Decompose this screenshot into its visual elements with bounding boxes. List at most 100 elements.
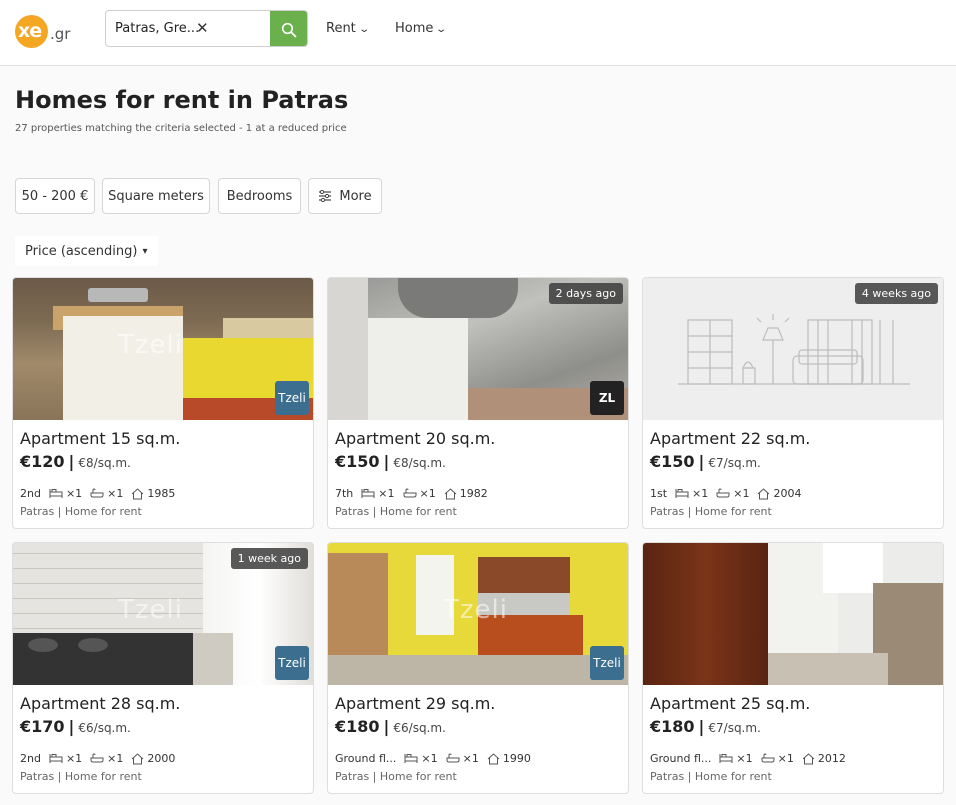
year-built: 2004	[773, 487, 802, 500]
bedrooms-count: ×1	[65, 752, 83, 765]
bedrooms-count: ×1	[378, 487, 395, 500]
listing-title: Apartment 25 sq.m.	[650, 694, 811, 713]
floor-value: Ground fl...	[335, 752, 397, 765]
listing-price: €120 | €8/sq.m.	[20, 452, 131, 471]
price-per-sqm: €6/sq.m.	[393, 721, 446, 735]
nav-rent[interactable]: Rent ⌄	[326, 21, 370, 36]
listing-features: Ground fl... ×1 ×1 1990	[335, 752, 531, 765]
listing-watermark: Tzeli	[118, 595, 183, 625]
listing-location: Patras | Home for rent	[650, 770, 772, 783]
bedrooms-count: ×1	[421, 752, 438, 765]
bed-icon	[49, 754, 63, 763]
listing-location: Patras | Home for rent	[20, 505, 142, 518]
price-per-sqm: €6/sq.m.	[78, 721, 131, 735]
filter-more-label: More	[339, 188, 372, 204]
year-built: 1985	[147, 487, 176, 500]
year-built: 2012	[817, 752, 846, 765]
listing-photo: Tzeli	[328, 543, 628, 685]
filter-price[interactable]: 50 - 200 €	[15, 178, 95, 214]
listing-features: 1st ×1 ×1 2004	[650, 487, 801, 500]
floor-value: Ground fl...	[650, 752, 712, 765]
listing-price: €150 | €8/sq.m.	[335, 452, 446, 471]
listing-card[interactable]: Tzeli 1 week ago Tzeli Apartment 28 sq.m…	[12, 542, 314, 794]
listing-features: 2nd ×1 ×1 1985	[20, 487, 175, 500]
listing-title: Apartment 28 sq.m.	[20, 694, 181, 713]
listing-age-badge: 1 week ago	[230, 548, 308, 569]
search-icon	[281, 22, 296, 37]
listing-features: 7th ×1 ×1 1982	[335, 487, 488, 500]
sliders-icon	[319, 190, 332, 202]
bathrooms-count: ×1	[777, 752, 794, 765]
listing-features: Ground fl... ×1 ×1 2012	[650, 752, 846, 765]
listing-features: 2nd ×1 ×1 2000	[20, 752, 175, 765]
house-icon	[444, 487, 457, 499]
listing-location: Patras | Home for rent	[335, 770, 457, 783]
listing-price: €180 | €7/sq.m.	[650, 717, 761, 736]
bathtub-icon	[403, 488, 417, 498]
nav-home-label: Home	[395, 21, 434, 36]
agent-logo: Tzeli	[590, 646, 624, 680]
listing-location: Patras | Home for rent	[20, 770, 142, 783]
bathtub-icon	[90, 753, 104, 763]
house-icon	[132, 752, 144, 764]
year-built: 2000	[147, 752, 176, 765]
listing-photo: Tzeli	[13, 278, 313, 420]
price-value: €120	[20, 452, 65, 471]
bathtub-icon	[90, 488, 104, 498]
filter-sqm-label: Square meters	[108, 188, 204, 204]
search-button[interactable]	[270, 11, 307, 46]
bedrooms-count: ×1	[692, 487, 709, 500]
sort-dropdown[interactable]: Price (ascending) ▾	[15, 236, 158, 266]
year-built: 1982	[459, 487, 488, 500]
bathtub-icon	[761, 753, 775, 763]
bathrooms-count: ×1	[107, 752, 124, 765]
bed-icon	[404, 754, 418, 763]
clear-icon[interactable]: ✕	[196, 19, 209, 37]
nav-home[interactable]: Home ⌄	[395, 21, 448, 36]
page-title: Homes for rent in Patras	[15, 86, 349, 114]
logo-suffix-text: .gr	[50, 25, 71, 43]
site-logo[interactable]: xe .gr	[15, 13, 79, 51]
floor-value: 1st	[650, 487, 668, 500]
listing-card[interactable]: Apartment 25 sq.m. €180 | €7/sq.m. Ground …	[642, 542, 944, 794]
listing-watermark: Tzeli	[443, 595, 508, 625]
filter-bedrooms[interactable]: Bedrooms	[218, 178, 301, 214]
filter-more[interactable]: More	[308, 178, 382, 214]
year-built: 1990	[502, 752, 531, 765]
chevron-down-icon: ▾	[142, 245, 148, 257]
floor-value: 2nd	[20, 487, 41, 500]
chevron-down-icon: ⌄	[358, 24, 370, 35]
filter-bedrooms-label: Bedrooms	[226, 188, 293, 204]
sort-label: Price (ascending)	[25, 243, 138, 259]
listing-title: Apartment 15 sq.m.	[20, 429, 181, 448]
bedrooms-count: ×1	[65, 487, 83, 500]
floor-value: 2nd	[20, 752, 41, 765]
chevron-down-icon: ⌄	[435, 24, 448, 35]
listing-card[interactable]: Tzeli Tzeli Apartment 15 sq.m. €120 | €8/s…	[12, 277, 314, 529]
location-search: Patras, Gre... ✕	[105, 10, 308, 47]
price-value: €150	[335, 452, 380, 471]
listing-title: Apartment 20 sq.m.	[335, 429, 496, 448]
bathrooms-count: ×1	[107, 487, 124, 500]
price-per-sqm: €7/sq.m.	[708, 456, 761, 470]
listing-card[interactable]: Tzeli Tzeli Apartment 29 sq.m. €180 | €6/s…	[327, 542, 629, 794]
bed-icon	[675, 489, 689, 498]
house-icon	[758, 487, 770, 499]
house-icon	[802, 752, 815, 764]
listing-location: Patras | Home for rent	[650, 505, 772, 518]
listing-age-badge: 2 days ago	[548, 283, 623, 304]
filter-square-meters[interactable]: Square meters	[102, 178, 210, 214]
bathtub-icon	[446, 753, 460, 763]
price-value: €180	[650, 717, 695, 736]
listing-title: Apartment 22 sq.m.	[650, 429, 811, 448]
listing-price: €170 | €6/sq.m.	[20, 717, 131, 736]
nav-rent-label: Rent	[326, 21, 356, 36]
listing-card[interactable]: 2 days ago ZL Apartment 20 sq.m. €150 | €8…	[327, 277, 629, 529]
search-input[interactable]: Patras, Gre...	[115, 21, 199, 36]
bathrooms-count: ×1	[733, 487, 750, 500]
floor-value: 7th	[335, 487, 354, 500]
listing-location: Patras | Home for rent	[335, 505, 457, 518]
bathrooms-count: ×1	[462, 752, 479, 765]
listing-card[interactable]: 4 weeks ago Apartment 22 sq.m. €150 | €7/s…	[642, 277, 944, 529]
house-icon	[132, 487, 144, 499]
